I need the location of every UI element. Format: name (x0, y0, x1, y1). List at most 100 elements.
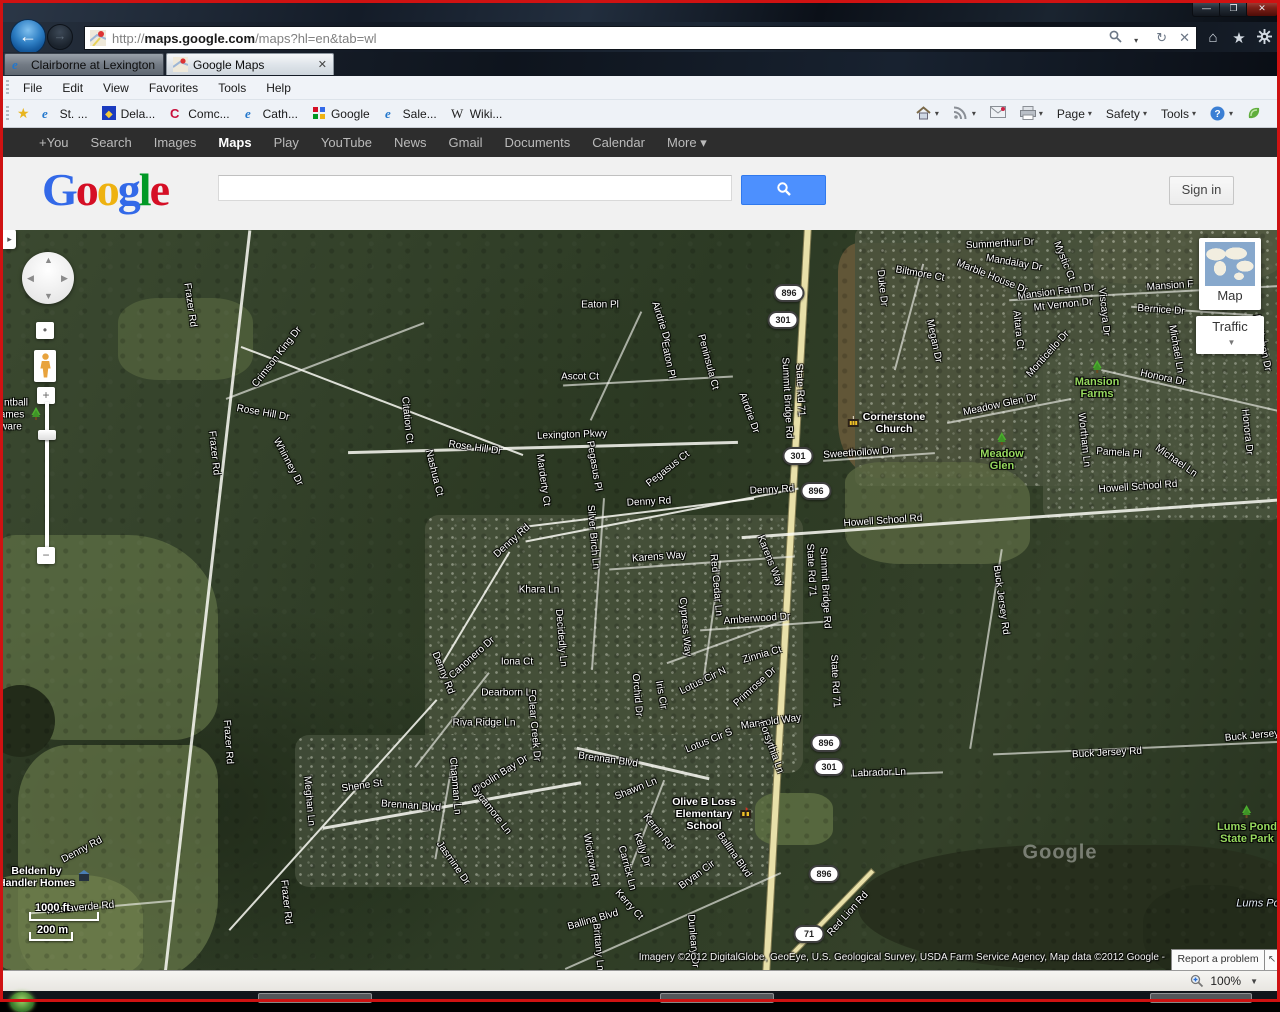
pan-right-icon[interactable]: ▶ (61, 273, 68, 284)
zoom-control[interactable]: 100% ▼ (1190, 974, 1280, 988)
add-favorite-star-icon[interactable]: ★ (13, 105, 34, 122)
google-bar-news[interactable]: News (383, 135, 438, 150)
street-label: Silver Birch Ln (585, 504, 602, 569)
street-label: Howell School Rd (1098, 479, 1178, 495)
pan-up-icon[interactable]: ▲ (44, 255, 53, 265)
pegman-control[interactable] (34, 350, 56, 382)
street-label: Zinnia Ct (741, 644, 782, 666)
park-label (31, 407, 42, 423)
back-button[interactable]: ← (10, 19, 46, 55)
print-icon[interactable]: ▾ (1013, 106, 1050, 121)
favorite-item[interactable]: eCath... (237, 106, 305, 121)
home-command-button[interactable]: ▾ (909, 106, 946, 121)
favorite-item[interactable]: WWiki... (444, 106, 510, 121)
google-bar-documents[interactable]: Documents (493, 135, 581, 150)
traffic-button[interactable]: Traffic ▼ (1196, 316, 1264, 354)
poi-label: Belden by Handler Homes (3, 865, 90, 889)
street-label: Megan Dr (924, 318, 944, 363)
street-label: State Rd 71 (804, 543, 818, 596)
home-icon[interactable]: ⌂ (1202, 29, 1224, 46)
street-label: Denny Rd (60, 835, 104, 866)
water-label: Lums Po (1236, 899, 1277, 910)
search-input[interactable] (218, 175, 732, 201)
zoom-slider-handle[interactable] (38, 430, 56, 440)
street-label: Bernice Dr (1137, 303, 1185, 317)
zoom-slider-track[interactable] (45, 402, 49, 552)
google-bar-you[interactable]: +You (28, 135, 80, 150)
collapse-panel-arrow[interactable]: ▸ (3, 230, 16, 249)
pan-left-icon[interactable]: ◀ (27, 273, 34, 284)
title-bar (0, 0, 1280, 22)
favorite-item[interactable]: eSt. ... (34, 106, 95, 121)
street-label: Buck Jersey (1224, 728, 1277, 744)
windows-taskbar[interactable] (0, 991, 1280, 1002)
help-icon[interactable]: ?▾ (1203, 106, 1240, 121)
street-label: Red Lion Rd (825, 890, 870, 939)
map-canvas[interactable]: Eaton PlEaton PlAirdrie DrPeninsula CtAs… (3, 230, 1277, 970)
report-problem-button[interactable]: Report a problem (1171, 949, 1265, 970)
street-label: Brennan Blvd (381, 798, 442, 813)
read-mail-icon[interactable] (983, 106, 1013, 121)
tree-icon (1241, 805, 1252, 821)
menu-item-help[interactable]: Help (256, 81, 301, 95)
google-bar-play[interactable]: Play (263, 135, 310, 150)
ie-icon: e (41, 106, 56, 121)
tab-clairborne[interactable]: e Clairborne at Lexington Farms (4, 53, 164, 75)
menu-item-edit[interactable]: Edit (52, 81, 93, 95)
rss-feed-icon[interactable]: ▾ (946, 106, 983, 121)
street-label: Viscaya Dr (1096, 287, 1112, 336)
favorite-item[interactable]: Google (305, 106, 377, 121)
google-bar-calendar[interactable]: Calendar (581, 135, 656, 150)
pan-control[interactable]: ▲ ▼ ◀ ▶ (22, 252, 74, 304)
favorite-item[interactable]: eSale... (377, 106, 444, 121)
settings-gear-icon[interactable] (1253, 29, 1275, 48)
poi-label: Olive B Loss Elementary School (672, 796, 752, 832)
address-bar[interactable]: http://maps.google.com/maps?hl=en&tab=wl… (84, 26, 1197, 50)
street-label: Nashua Ct (423, 449, 445, 498)
minimize-button[interactable]: — (1192, 1, 1221, 17)
tools-menu[interactable]: Tools▾ (1154, 107, 1203, 121)
street-label: Crimson King Dr (250, 325, 304, 390)
google-bar-youtube[interactable]: YouTube (310, 135, 383, 150)
safety-menu[interactable]: Safety▾ (1099, 107, 1154, 121)
route-shield: 301 (768, 311, 799, 329)
street-label: Jasmine Dr (434, 839, 472, 887)
street-label: Amberwood Dr (723, 611, 790, 627)
menu-item-favorites[interactable]: Favorites (139, 81, 208, 95)
start-orb[interactable] (10, 992, 34, 1012)
google-bar-images[interactable]: Images (143, 135, 208, 150)
tab-google-maps[interactable]: Google Maps ✕ (166, 53, 334, 75)
street-label: ware (3, 422, 22, 433)
street-label: Mangold Way (740, 712, 802, 731)
page-menu[interactable]: Page▾ (1050, 107, 1099, 121)
google-bar-search[interactable]: Search (80, 135, 143, 150)
favorites-star-icon[interactable]: ★ (1228, 29, 1250, 47)
sign-in-button[interactable]: Sign in (1169, 176, 1234, 205)
search-button[interactable] (741, 175, 826, 205)
zoom-level-label: 100% (1210, 974, 1241, 988)
close-button[interactable]: ✕ (1246, 1, 1278, 17)
favorite-item[interactable]: CComc... (162, 106, 236, 121)
favorite-item[interactable]: ◆Dela... (95, 106, 163, 121)
search-icon[interactable]: ▾ (1103, 30, 1151, 46)
zoom-out-button[interactable]: − (37, 547, 55, 564)
map-view-button[interactable]: Map (1199, 238, 1261, 310)
messenger-icon[interactable] (1240, 106, 1270, 121)
maximize-button[interactable]: ❐ (1219, 1, 1248, 17)
pan-down-icon[interactable]: ▼ (44, 291, 53, 301)
google-logo[interactable]: Google (42, 163, 168, 216)
refresh-icon[interactable]: ↻ (1150, 30, 1173, 46)
expand-corner-icon[interactable]: ↖ (1264, 949, 1277, 970)
forward-button[interactable]: → (47, 24, 73, 50)
google-bar-more[interactable]: More ▾ (656, 135, 718, 151)
google-bar-gmail[interactable]: Gmail (438, 135, 494, 150)
route-shield: 301 (814, 758, 845, 776)
stop-icon[interactable]: ✕ (1173, 30, 1196, 46)
tab-close-icon[interactable]: ✕ (318, 58, 327, 71)
reset-view-button[interactable]: • (36, 322, 54, 339)
menu-item-tools[interactable]: Tools (208, 81, 256, 95)
menu-item-view[interactable]: View (93, 81, 139, 95)
google-bar-maps[interactable]: Maps (207, 135, 262, 150)
street-label: ntball (4, 398, 28, 409)
menu-item-file[interactable]: File (13, 81, 52, 95)
